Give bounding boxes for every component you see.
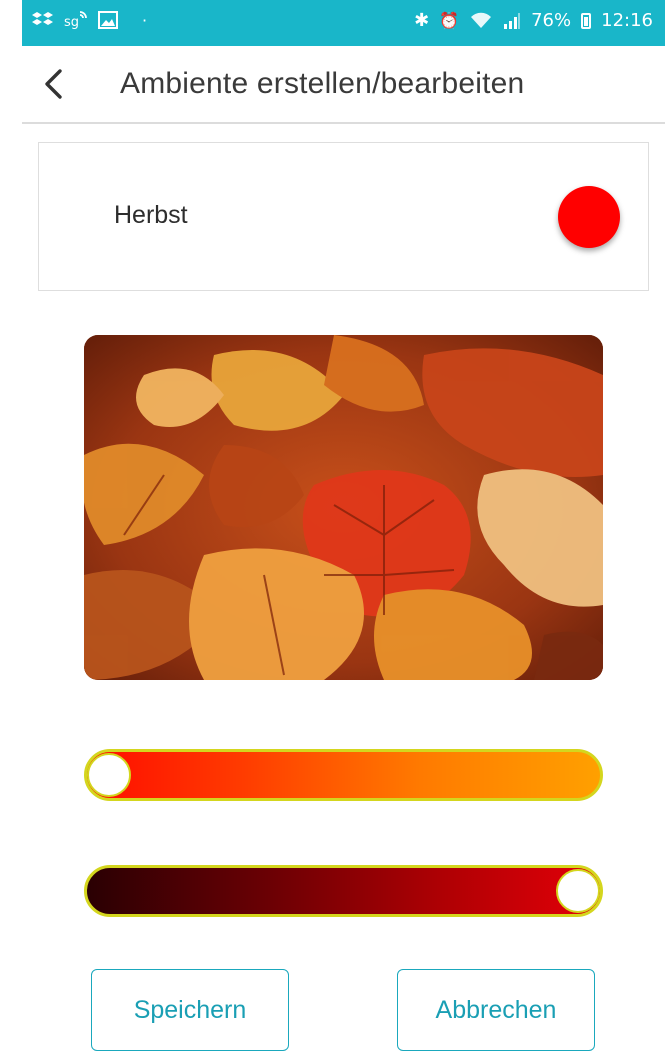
- hue-slider[interactable]: [84, 749, 603, 801]
- battery-icon: [581, 12, 592, 29]
- svg-text:sg: sg: [64, 15, 79, 30]
- back-arrow-icon[interactable]: [36, 66, 72, 102]
- scene-image[interactable]: [84, 335, 603, 680]
- sg-cast-icon: sg: [64, 11, 87, 30]
- scene-color-button[interactable]: [558, 186, 620, 248]
- dropbox-icon: [32, 12, 53, 25]
- status-time: 12:16: [601, 10, 653, 31]
- page-title: Ambiente erstellen/bearbeiten: [120, 67, 525, 100]
- status-left-icons: sg ·: [32, 10, 147, 30]
- gallery-icon: [98, 11, 118, 29]
- brightness-slider-thumb[interactable]: [556, 869, 600, 913]
- cancel-button[interactable]: Abbrechen: [397, 969, 595, 1051]
- alarm-icon: ⏰: [439, 11, 460, 30]
- bluetooth-icon: ✱: [414, 10, 430, 31]
- wifi-icon: [471, 12, 492, 28]
- signal-icon: [504, 12, 521, 29]
- status-bar: sg · ✱ ⏰ 76% 12:16: [22, 0, 665, 46]
- battery-percent: 76%: [531, 10, 572, 31]
- hue-slider-thumb[interactable]: [87, 753, 131, 797]
- status-right-icons: ✱ ⏰ 76% 12:16: [414, 10, 653, 31]
- app-header: Ambiente erstellen/bearbeiten: [22, 46, 665, 124]
- brightness-slider[interactable]: [84, 865, 603, 917]
- scene-name-label[interactable]: Herbst: [114, 201, 188, 230]
- save-button[interactable]: Speichern: [91, 969, 289, 1051]
- status-dot: ·: [142, 10, 148, 30]
- scene-name-card[interactable]: Herbst: [38, 142, 649, 291]
- autumn-leaves-image: [84, 335, 603, 680]
